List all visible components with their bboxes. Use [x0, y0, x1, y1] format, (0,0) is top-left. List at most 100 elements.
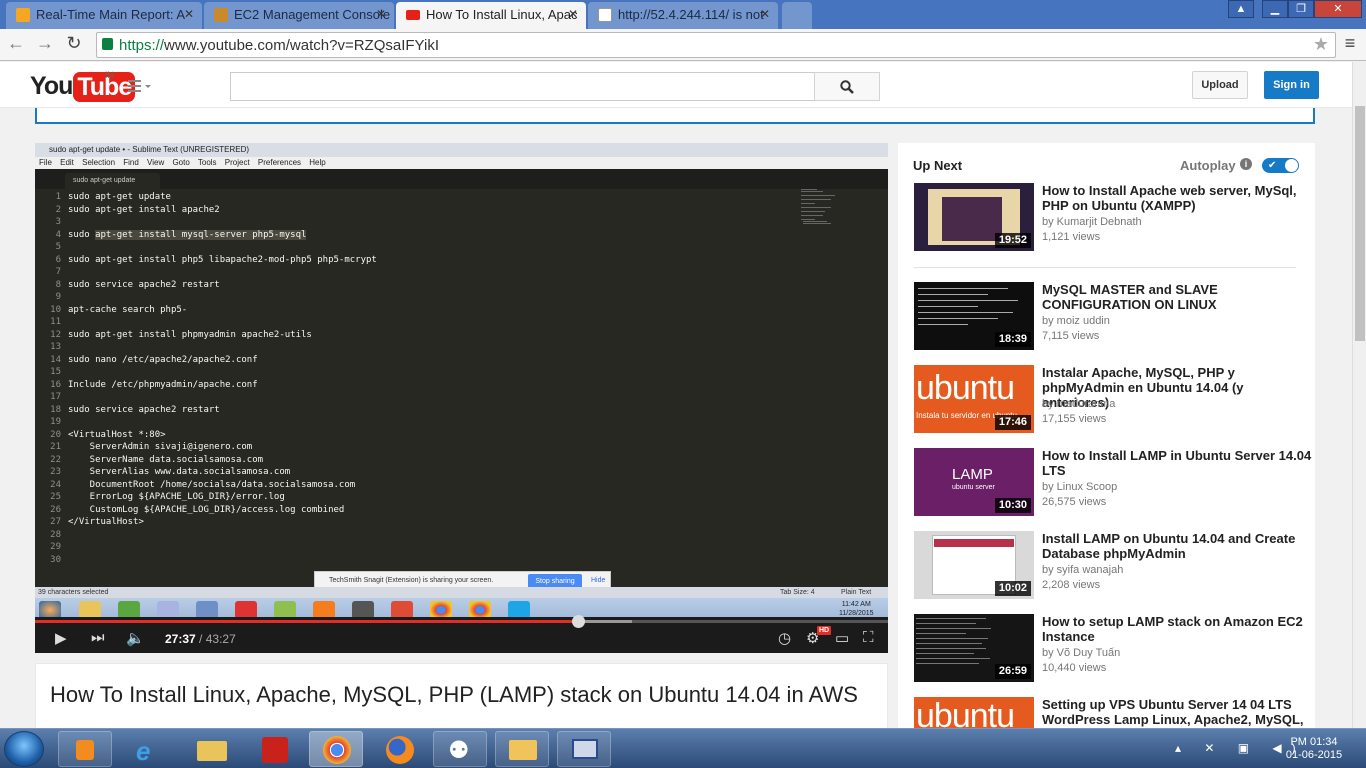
related-video[interactable]: 18:39 MySQL MASTER and SLAVE CONFIGURATI…	[914, 282, 1314, 352]
bookmark-star-icon[interactable]: ★	[1313, 34, 1329, 55]
address-bar[interactable]: https://www.youtube.com/watch?v=RZQsaIFY…	[96, 32, 1336, 58]
lock-icon	[102, 38, 113, 50]
snagit-message: TechSmith Snagit (Extension) is sharing …	[329, 577, 494, 584]
minimize-button[interactable]: ▁	[1262, 0, 1288, 18]
search-button[interactable]	[814, 72, 880, 101]
tab-title: EC2 Management Console	[234, 7, 391, 22]
up-next-sidebar: Up Next Autoplay i ✔ 19:52 How to Instal…	[898, 143, 1315, 728]
remote-desktop-icon[interactable]	[557, 731, 611, 767]
close-tab-icon[interactable]: ✕	[376, 2, 386, 27]
scrubber-handle[interactable]	[571, 615, 585, 628]
browser-tab-analytics[interactable]: Real-Time Main Report: A ✕	[6, 2, 202, 29]
close-window-button[interactable]: ✕	[1314, 0, 1362, 18]
windows-taskbar: e ⚉ ▴ ✕ ▣ ◀) PM 01:34 01-06-2015	[0, 728, 1366, 768]
page-scrollbar[interactable]	[1352, 62, 1366, 728]
menu-icon[interactable]: ≡	[1340, 33, 1360, 54]
video-item-title[interactable]: How to setup LAMP stack on Amazon EC2 In…	[1042, 614, 1312, 644]
ie-glyph: e	[136, 736, 151, 766]
network-icon[interactable]: ⚉	[433, 731, 487, 767]
video-thumbnail[interactable]: ubuntu Instala tu servidor en ubuntu 17:…	[914, 365, 1034, 433]
related-video[interactable]: LAMP ubuntu server 10:30 How to Install …	[914, 448, 1314, 518]
video-item-title[interactable]: Install LAMP on Ubuntu 14.04 and Create …	[1042, 531, 1312, 561]
related-video[interactable]: ubuntu Instala tu servidor en ubuntu 17:…	[914, 365, 1314, 435]
volume-icon[interactable]: 🔈	[126, 629, 145, 647]
acrobat-icon[interactable]	[247, 731, 301, 767]
up-next-heading: Up Next	[913, 158, 963, 173]
maximize-button[interactable]: ❐	[1288, 0, 1314, 18]
code-line: sudo service apache2 restart	[68, 279, 220, 290]
video-channel[interactable]: by moiz uddin	[1042, 315, 1110, 327]
outlook-glyph	[509, 740, 537, 760]
video-thumbnail[interactable]: 10:02	[914, 531, 1034, 599]
browser-tab-ec2[interactable]: EC2 Management Console ✕	[204, 2, 394, 29]
sign-in-button[interactable]: Sign in	[1264, 71, 1319, 99]
video-channel[interactable]: by Kumarjit Debnath	[1042, 216, 1142, 228]
outlook-icon[interactable]	[495, 731, 549, 767]
file-explorer-icon[interactable]	[184, 731, 238, 767]
windows-start-button[interactable]	[4, 731, 44, 767]
progress-buffered	[577, 620, 632, 623]
clock-date: 01-06-2015	[1285, 749, 1343, 761]
video-player[interactable]: sudo apt-get update • - Sublime Text (UN…	[35, 143, 888, 653]
video-channel[interactable]: by Linux Scoop	[1042, 481, 1117, 493]
video-thumbnail[interactable]: 26:59	[914, 614, 1034, 682]
sublime-text-screenshare: sudo apt-get update • - Sublime Text (UN…	[35, 143, 888, 598]
progress-played	[35, 620, 578, 623]
next-icon[interactable]: ⏭	[91, 629, 105, 646]
top-banner	[35, 108, 1315, 124]
autoplay-toggle[interactable]: ✔	[1262, 158, 1299, 173]
watch-later-icon[interactable]: ◷	[778, 629, 791, 647]
user-icon[interactable]: ▲	[1228, 0, 1254, 18]
video-item-title[interactable]: How to Install LAMP in Ubuntu Server 14.…	[1042, 448, 1312, 478]
video-channel[interactable]: by Võ Duy Tuấn	[1042, 647, 1120, 659]
close-tab-icon[interactable]: ✕	[760, 2, 770, 27]
video-thumbnail[interactable]: LAMP ubuntu server 10:30	[914, 448, 1034, 516]
related-video[interactable]: ubuntu Setting up VPS Ubuntu Server 14 0…	[914, 697, 1314, 728]
video-thumbnail[interactable]: ubuntu	[914, 697, 1034, 728]
info-icon[interactable]: i	[1240, 158, 1252, 170]
video-views: 17,155 views	[1042, 413, 1107, 425]
back-icon[interactable]: ←	[6, 33, 26, 54]
video-title: How To Install Linux, Apache, MySQL, PHP…	[50, 682, 858, 707]
close-tab-icon[interactable]: ✕	[184, 2, 194, 27]
video-item-title[interactable]: How to Install Apache web server, MySql,…	[1042, 183, 1312, 213]
fullscreen-icon[interactable]: ⛶	[863, 629, 874, 646]
browser-tab-youtube[interactable]: How To Install Linux, Apac ✕	[396, 2, 586, 29]
forward-icon[interactable]: →	[35, 33, 55, 54]
taskbar-clock[interactable]: PM 01:34 01-06-2015	[1276, 736, 1352, 762]
reload-icon[interactable]: ↻	[64, 33, 84, 54]
related-video[interactable]: 10:02 Install LAMP on Ubuntu 14.04 and C…	[914, 531, 1314, 601]
video-duration: 10:30	[994, 498, 1031, 513]
sublime-menu-bar: File Edit Selection Find View Goto Tools…	[35, 157, 888, 169]
video-channel[interactable]: by maduranma	[1042, 398, 1115, 410]
thumbnail-text: ubuntu	[916, 369, 1015, 407]
video-thumbnail[interactable]: 19:52	[914, 183, 1034, 251]
progress-bar[interactable]	[35, 615, 888, 628]
search-icon	[840, 80, 854, 94]
youtube-logo[interactable]: You Tube IN	[30, 70, 136, 102]
upload-button[interactable]: Upload	[1192, 71, 1248, 99]
theater-mode-icon[interactable]: ▭	[835, 629, 849, 647]
up-next-video[interactable]: 19:52 How to Install Apache web server, …	[914, 183, 1314, 253]
browser-tab-ip[interactable]: http://52.4.244.114/ is not ✕	[588, 2, 778, 29]
video-item-title[interactable]: Setting up VPS Ubuntu Server 14 04 LTS W…	[1042, 697, 1312, 727]
media-player-icon[interactable]	[58, 731, 112, 767]
chrome-icon[interactable]	[309, 731, 363, 767]
video-channel[interactable]: by syifa wanajah	[1042, 564, 1123, 576]
related-video[interactable]: 26:59 How to setup LAMP stack on Amazon …	[914, 614, 1314, 684]
new-tab-button[interactable]	[782, 2, 812, 29]
guide-menu-icon[interactable]	[128, 79, 152, 93]
close-tab-icon[interactable]: ✕	[568, 2, 578, 27]
search-input[interactable]	[230, 72, 815, 101]
thumbnail-terminal-lines	[918, 288, 1018, 325]
scrollbar-thumb[interactable]	[1355, 106, 1365, 341]
video-item-title[interactable]: MySQL MASTER and SLAVE CONFIGURATION ON …	[1042, 282, 1312, 312]
play-icon[interactable]: ▶	[55, 629, 67, 647]
video-thumbnail[interactable]: 18:39	[914, 282, 1034, 350]
tab-title: Real-Time Main Report: A	[36, 7, 186, 22]
internet-explorer-icon[interactable]: e	[121, 731, 175, 767]
firefox-icon[interactable]	[372, 731, 426, 767]
